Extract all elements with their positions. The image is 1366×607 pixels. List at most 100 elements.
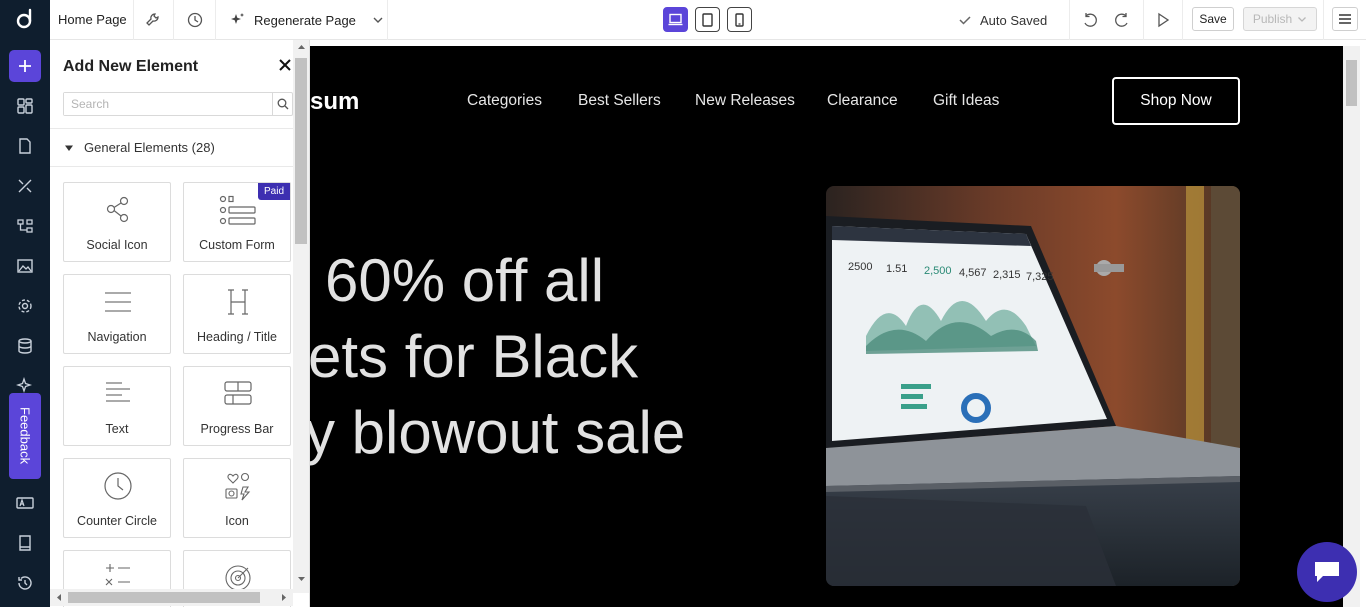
- element-tile-heading[interactable]: Heading / Title: [183, 274, 291, 354]
- scroll-right-arrow-icon[interactable]: [277, 589, 291, 606]
- left-rail: Feedback: [0, 0, 50, 607]
- progress-bar-icon: [224, 381, 252, 405]
- panel-horizontal-scrollbar[interactable]: [50, 589, 293, 606]
- dashboard-stat: 4,567: [959, 267, 987, 279]
- tile-label: Progress Bar: [200, 422, 274, 436]
- scrollbar-thumb[interactable]: [68, 592, 260, 603]
- navigation-icon: [105, 292, 131, 312]
- autosave-label: Auto Saved: [980, 12, 1048, 28]
- heading-icon: [228, 289, 248, 315]
- element-tile-custom-form[interactable]: Custom Form Paid: [183, 182, 291, 262]
- close-icon[interactable]: [279, 59, 291, 71]
- save-button[interactable]: Save: [1192, 7, 1234, 31]
- phone-icon: [735, 12, 744, 27]
- book-icon[interactable]: [16, 534, 34, 552]
- form-icon: [219, 195, 256, 225]
- tile-label: Icon: [225, 514, 249, 528]
- clock-history-icon[interactable]: [186, 11, 204, 29]
- scroll-down-arrow-icon[interactable]: [293, 572, 310, 586]
- toolbar-divider: [1143, 0, 1144, 40]
- chevron-down-icon: [1298, 17, 1307, 22]
- search-input[interactable]: [64, 93, 273, 115]
- hero-heading-line-3: y blowout sale: [310, 399, 686, 466]
- laptop-icon: [668, 13, 683, 26]
- text-icon: [106, 382, 130, 402]
- page-icon[interactable]: [16, 137, 34, 155]
- hero-laptop-image: 2500 1.51 2,500 4,567 2,315 7,325: [826, 186, 1240, 586]
- top-toolbar: Home Page Regenerate Page Auto Saved Sav…: [50, 0, 1366, 40]
- hamburger-menu-icon: [1339, 14, 1351, 24]
- dashboard-stat: 1.51: [886, 263, 907, 275]
- mobile-view-button[interactable]: [727, 7, 752, 32]
- undo-icon[interactable]: [1081, 11, 1099, 29]
- nav-link-gift-ideas[interactable]: Gift Ideas: [933, 92, 999, 110]
- canvas-vertical-scrollbar[interactable]: [1343, 46, 1360, 607]
- publish-button[interactable]: Publish: [1243, 7, 1317, 31]
- panel-title: Add New Element: [63, 58, 199, 75]
- scroll-up-arrow-icon[interactable]: [293, 40, 310, 54]
- feedback-tab[interactable]: Feedback: [9, 393, 41, 479]
- autosave-status: Auto Saved: [958, 0, 1047, 40]
- shop-now-button[interactable]: Shop Now: [1112, 77, 1240, 125]
- element-tile-progress-bar[interactable]: Progress Bar: [183, 366, 291, 446]
- panel-divider: [50, 128, 293, 129]
- plus-icon: [19, 60, 31, 72]
- scroll-left-arrow-icon[interactable]: [52, 589, 66, 606]
- element-tile-text[interactable]: Text: [63, 366, 171, 446]
- dashboard-stat: 2500: [848, 261, 872, 273]
- chevron-down-icon: [373, 17, 383, 23]
- toolbar-divider: [133, 0, 134, 40]
- play-preview-icon[interactable]: [1154, 11, 1172, 29]
- caret-down-icon: [65, 145, 73, 151]
- redo-icon[interactable]: [1113, 11, 1131, 29]
- nav-link-best-sellers[interactable]: Best Sellers: [578, 92, 661, 110]
- element-tile-navigation[interactable]: Navigation: [63, 274, 171, 354]
- scrollbar-thumb[interactable]: [1346, 60, 1357, 106]
- tile-label: Navigation: [87, 330, 147, 344]
- history-icon[interactable]: [16, 574, 34, 592]
- search-icon[interactable]: [272, 93, 292, 115]
- regenerate-label: Regenerate Page: [254, 12, 356, 28]
- tile-label: Text: [105, 422, 129, 436]
- general-elements-section-header[interactable]: General Elements (28): [64, 140, 215, 155]
- translate-icon[interactable]: [16, 494, 34, 512]
- scrollbar-thumb[interactable]: [295, 58, 307, 244]
- layout-grid-icon[interactable]: [16, 97, 34, 115]
- toolbar-divider: [1069, 0, 1070, 40]
- wrench-icon[interactable]: [144, 11, 162, 29]
- panel-vertical-scrollbar[interactable]: [293, 40, 310, 593]
- sitemap-icon[interactable]: [16, 217, 34, 235]
- hero-heading-line-2: ets for Black: [310, 323, 639, 390]
- main-menu-button[interactable]: [1332, 7, 1358, 31]
- tablet-icon: [702, 12, 713, 27]
- live-chat-button[interactable]: [1297, 542, 1357, 602]
- tablet-view-button[interactable]: [695, 7, 720, 32]
- toolbar-divider: [1323, 0, 1324, 40]
- feedback-label: Feedback: [17, 407, 33, 465]
- dashboard-stat: 2,500: [924, 265, 952, 277]
- page-selector[interactable]: Home Page: [58, 0, 127, 40]
- tile-label: Counter Circle: [77, 514, 157, 528]
- database-icon[interactable]: [16, 337, 34, 355]
- element-tile-social-icon[interactable]: Social Icon: [63, 182, 171, 262]
- chat-bubble-icon: [1315, 562, 1339, 582]
- image-icon[interactable]: [16, 257, 34, 275]
- nav-link-clearance[interactable]: Clearance: [827, 92, 898, 110]
- element-tile-icon[interactable]: Icon: [183, 458, 291, 538]
- regenerate-page-button[interactable]: Regenerate Page: [230, 0, 384, 40]
- settings-gear-icon[interactable]: [16, 297, 34, 315]
- tools-icon[interactable]: [16, 177, 34, 195]
- nav-link-new-releases[interactable]: New Releases: [695, 92, 795, 110]
- publish-label: Publish: [1252, 12, 1293, 26]
- toolbar-divider: [215, 0, 216, 40]
- nav-link-categories[interactable]: Categories: [467, 92, 542, 110]
- app-logo-icon[interactable]: [14, 8, 36, 30]
- site-brand-logo[interactable]: sum: [310, 88, 359, 116]
- page-canvas: sum Categories Best Sellers New Releases…: [310, 46, 1343, 607]
- panel-divider: [50, 166, 293, 167]
- tile-label: Custom Form: [199, 238, 275, 252]
- icon-collection-icon: [225, 472, 251, 501]
- add-element-button[interactable]: [9, 50, 41, 82]
- desktop-view-button[interactable]: [663, 7, 688, 32]
- element-tile-counter-circle[interactable]: Counter Circle: [63, 458, 171, 538]
